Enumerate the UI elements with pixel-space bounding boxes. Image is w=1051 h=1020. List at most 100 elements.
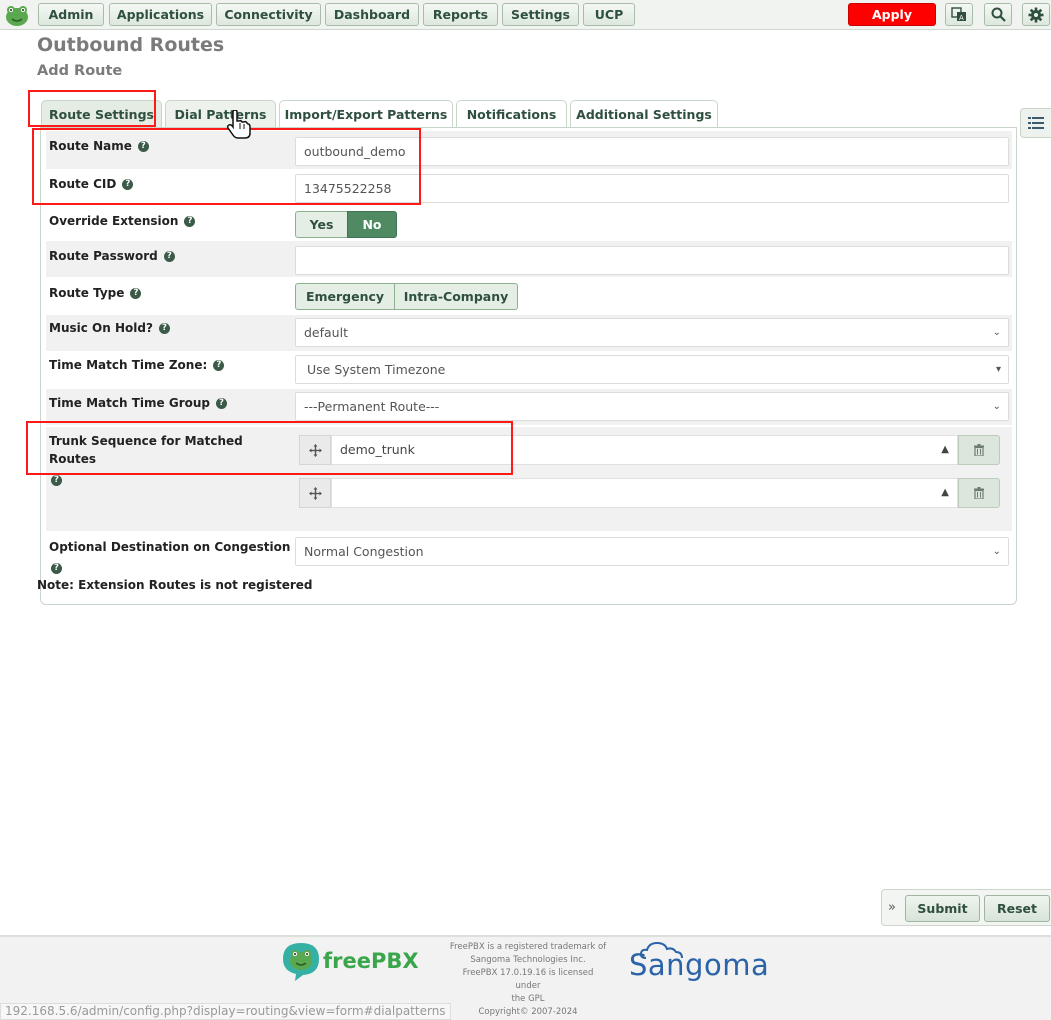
trunk-sequence-label-line2: Routes: [49, 452, 97, 466]
trunk-sequence-label: Trunk Sequence for Matched Routes: [49, 432, 243, 468]
time-group-label: Time Match Time Group ?: [49, 396, 227, 410]
route-password-input[interactable]: [295, 246, 1009, 275]
tab-route-settings[interactable]: Route Settings: [41, 100, 162, 128]
help-icon[interactable]: ?: [130, 287, 142, 299]
action-bar: » Submit Reset: [881, 889, 1051, 926]
help-icon[interactable]: ?: [158, 322, 170, 334]
gear-icon: [1028, 7, 1044, 22]
music-on-hold-label-text: Music On Hold?: [49, 321, 153, 335]
route-type-label: Route Type ?: [49, 286, 142, 300]
music-on-hold-select[interactable]: default ⌄: [295, 318, 1009, 347]
sidebar-toggle-button[interactable]: [1020, 108, 1051, 138]
route-name-input[interactable]: [295, 137, 1009, 166]
legal-line: Copyright© 2007-2024: [478, 1007, 578, 1017]
help-icon[interactable]: ?: [216, 397, 227, 409]
route-cid-label: Route CID ?: [49, 177, 134, 191]
settings-button[interactable]: [1022, 3, 1050, 26]
time-zone-value: Use System Timezone: [307, 362, 446, 377]
congestion-label: Optional Destination on Congestion: [49, 540, 290, 554]
tab-import-export-patterns[interactable]: Import/Export Patterns: [279, 100, 453, 128]
sangoma-logo-text: Sangoma: [629, 948, 770, 982]
move-icon: [308, 443, 322, 457]
override-extension-no-toggle[interactable]: No: [347, 211, 397, 238]
trunk-sequence-label-line1: Trunk Sequence for Matched: [49, 434, 243, 448]
tab-notifications[interactable]: Notifications: [456, 100, 567, 128]
trunk-row-2: ▲︎: [299, 478, 1000, 508]
move-icon: [308, 486, 322, 500]
legal-text: FreePBX is a registered trademark of San…: [449, 941, 607, 1019]
help-icon[interactable]: ?: [51, 563, 62, 574]
svg-text:A: A: [959, 14, 964, 22]
time-zone-select[interactable]: Use System Timezone ▾: [295, 355, 1009, 384]
sort-arrows-icon: ▲︎: [941, 487, 949, 498]
drag-handle[interactable]: [299, 478, 331, 508]
page-title: Outbound Routes: [37, 34, 225, 56]
status-bar-url: 192.168.5.6/admin/config.php?display=rou…: [0, 1003, 451, 1020]
help-icon[interactable]: ?: [163, 250, 175, 262]
override-extension-yes-toggle[interactable]: Yes: [295, 211, 348, 238]
legal-line: FreePBX is a registered trademark of: [449, 942, 607, 952]
apply-config-button[interactable]: Apply Config: [848, 3, 936, 43]
time-group-label-text: Time Match Time Group: [49, 396, 210, 410]
legal-line: FreePBX 17.0.19.16 is licensed under: [462, 968, 594, 991]
caret-down-icon: ▾: [995, 364, 1001, 375]
help-icon[interactable]: ?: [137, 140, 149, 152]
nav-reports[interactable]: Reports: [423, 3, 498, 26]
route-type-intra-company-toggle[interactable]: Intra-Company: [394, 283, 518, 310]
submit-button[interactable]: Submit: [905, 895, 980, 922]
tab-additional-settings[interactable]: Additional Settings: [570, 100, 718, 128]
congestion-value: Normal Congestion: [304, 544, 424, 559]
language-icon: A: [951, 7, 966, 22]
nav-dashboard[interactable]: Dashboard: [325, 3, 419, 26]
trash-icon: [974, 444, 984, 456]
music-on-hold-value: default: [304, 325, 348, 340]
legal-line: the GPL: [511, 994, 545, 1004]
nav-settings[interactable]: Settings: [502, 3, 579, 26]
trunk-select-1[interactable]: demo_trunk ▲︎: [331, 435, 958, 465]
help-icon[interactable]: ?: [184, 215, 196, 227]
help-icon[interactable]: ?: [122, 178, 134, 190]
chevron-down-icon: ⌄: [992, 327, 1001, 338]
drag-handle[interactable]: [299, 435, 331, 465]
hand-pointer-icon: [226, 110, 251, 139]
music-on-hold-label: Music On Hold? ?: [49, 321, 170, 335]
legal-line: Sangoma Technologies Inc.: [470, 955, 586, 965]
time-group-value: ---Permanent Route---: [304, 399, 440, 414]
chevron-down-icon: ⌄: [992, 546, 1001, 557]
route-cid-label-text: Route CID: [49, 177, 117, 191]
time-group-select[interactable]: ---Permanent Route--- ⌄: [295, 392, 1009, 421]
chevron-down-icon: ⌄: [992, 401, 1001, 412]
freepbx-logo-icon: [283, 943, 319, 981]
nav-connectivity[interactable]: Connectivity: [216, 3, 321, 26]
trunk-select-2[interactable]: ▲︎: [331, 478, 958, 508]
sort-arrows-icon: ▲︎: [941, 444, 949, 455]
override-extension-label: Override Extension ?: [49, 214, 196, 228]
congestion-select[interactable]: Normal Congestion ⌄: [295, 537, 1009, 566]
override-extension-label-text: Override Extension: [49, 214, 179, 228]
delete-trunk-button[interactable]: [958, 435, 1000, 465]
top-navbar: Admin Applications Connectivity Dashboar…: [0, 0, 1051, 43]
help-icon[interactable]: ?: [51, 475, 62, 486]
nav-admin[interactable]: Admin: [38, 3, 104, 26]
route-password-label-text: Route Password: [49, 249, 158, 263]
nav-applications[interactable]: Applications: [109, 3, 212, 26]
route-cid-input[interactable]: [295, 174, 1009, 203]
time-zone-label: Time Match Time Zone: ?: [49, 358, 225, 372]
search-button[interactable]: [984, 3, 1012, 26]
freepbx-frog-icon[interactable]: [4, 3, 30, 27]
help-icon[interactable]: ?: [213, 359, 225, 371]
congestion-label-text: Optional Destination on Congestion: [49, 540, 291, 554]
double-chevron-right-icon[interactable]: »: [888, 900, 896, 915]
route-name-label-text: Route Name: [49, 139, 132, 153]
tab-dial-patterns[interactable]: Dial Patterns: [165, 100, 276, 128]
reset-button[interactable]: Reset: [984, 895, 1050, 922]
extension-routes-note: Note: Extension Routes is not registered: [37, 578, 313, 592]
delete-trunk-button[interactable]: [958, 478, 1000, 508]
route-type-emergency-toggle[interactable]: Emergency: [295, 283, 395, 310]
time-zone-label-text: Time Match Time Zone:: [49, 358, 208, 372]
list-icon: [1028, 117, 1044, 129]
trunk-select-1-value: demo_trunk: [340, 442, 415, 457]
search-icon: [991, 7, 1006, 22]
nav-ucp[interactable]: UCP: [583, 3, 635, 26]
language-button[interactable]: A: [945, 3, 973, 26]
